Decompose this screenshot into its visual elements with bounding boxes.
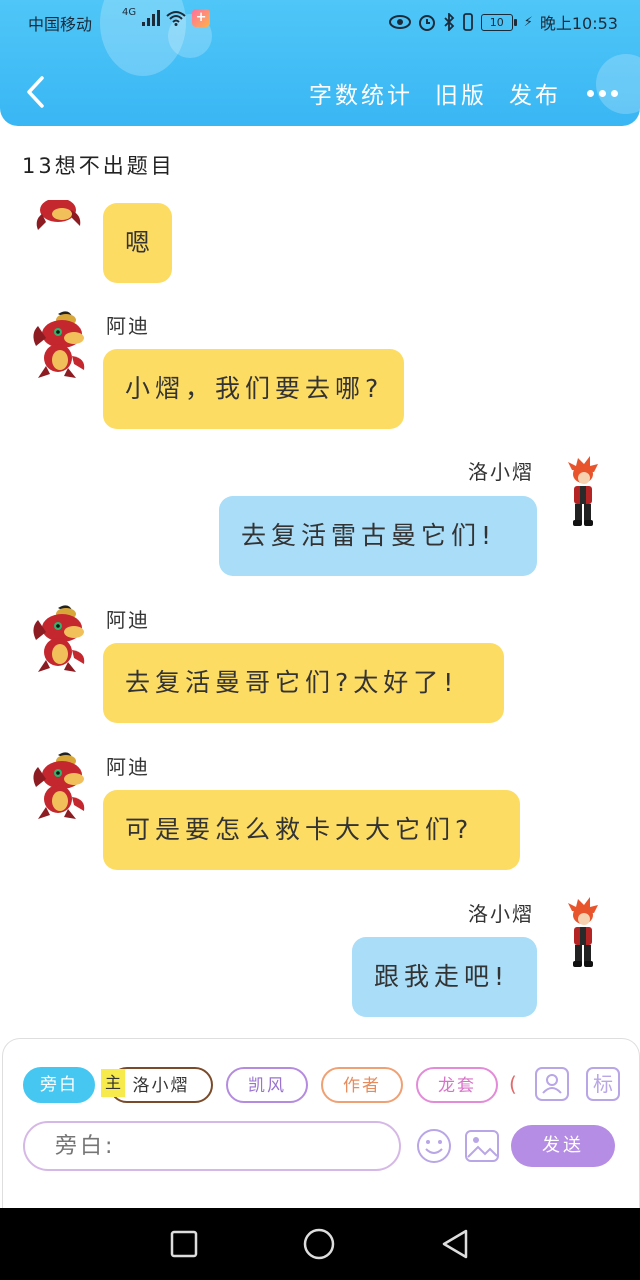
recent-apps-button[interactable] [170,1230,198,1258]
message-bubble[interactable]: 嗯 [103,203,172,283]
back-nav-button[interactable] [440,1228,470,1260]
message-bubble[interactable]: 可是要怎么救卡大大它们? [103,790,520,870]
status-bar: 中国移动 4G + 10 ⚡ 晚上10:53 [0,0,640,44]
role-chip-narrator[interactable]: 旁白 [23,1067,95,1103]
role-chip-overflow[interactable]: ( [509,1067,519,1103]
send-button[interactable]: 发送 [511,1125,615,1167]
signal-icon [142,10,161,26]
role-chip-kaifeng[interactable]: 凯风 [226,1067,308,1103]
battery-icon: 10 [480,13,517,31]
app-notification-icon: + [192,9,211,27]
old-version-button[interactable]: 旧版 [435,76,487,110]
luo-xiaoyi-avatar[interactable] [564,897,602,971]
vibrate-icon [462,13,473,31]
alarm-icon [418,15,435,31]
speaker-name: 阿迪 [106,608,150,632]
message-composer: 旁白 洛小熠 主 凯风 作者 龙套 ( 标 发送 [2,1038,640,1209]
message-input[interactable] [23,1121,401,1171]
chat-title: 13想不出题目 [22,154,175,178]
tag-button[interactable]: 标 [586,1067,620,1101]
charging-icon: ⚡ [523,14,533,30]
speaker-name: 阿迪 [106,314,150,338]
person-icon [542,1074,562,1094]
eye-icon [388,15,411,29]
top-header: 中国移动 4G + 10 ⚡ 晚上10:53 字数统计 旧版 发布 [0,0,640,126]
back-button[interactable] [22,74,50,110]
speaker-name: 阿迪 [106,755,150,779]
main-character-badge: 主 [101,1069,125,1097]
message-bubble[interactable]: 去复活雷古曼它们! [219,496,537,576]
message-bubble[interactable]: 小熠，我们要去哪? [103,349,404,429]
clock: 晚上10:53 [539,14,618,33]
message-bubble[interactable]: 跟我走吧! [352,937,537,1017]
message-bubble[interactable]: 去复活曼哥它们?太好了! [103,643,504,723]
system-navigation-bar [0,1208,640,1280]
adi-avatar[interactable] [28,306,92,380]
speaker-name: 洛小熠 [468,902,534,926]
adi-avatar[interactable] [28,600,92,674]
carrier-name: 中国移动 [28,15,93,34]
bluetooth-icon [444,13,455,31]
publish-button[interactable]: 发布 [509,76,561,110]
adi-avatar[interactable] [30,200,90,236]
image-button[interactable] [463,1127,501,1165]
network-type: 4G [122,6,137,18]
adi-avatar[interactable] [28,747,92,821]
home-button[interactable] [303,1228,335,1260]
word-count-button[interactable]: 字数统计 [309,76,413,110]
wifi-icon [166,11,186,26]
header-actions: 字数统计 旧版 发布 [287,76,618,110]
role-chip-author[interactable]: 作者 [321,1067,403,1103]
speaker-name: 洛小熠 [468,460,534,484]
character-manager-button[interactable] [535,1067,569,1101]
more-options-button[interactable] [587,84,618,103]
role-chip-extra[interactable]: 龙套 [416,1067,498,1103]
emoji-button[interactable] [415,1127,453,1165]
luo-xiaoyi-avatar[interactable] [564,456,602,530]
